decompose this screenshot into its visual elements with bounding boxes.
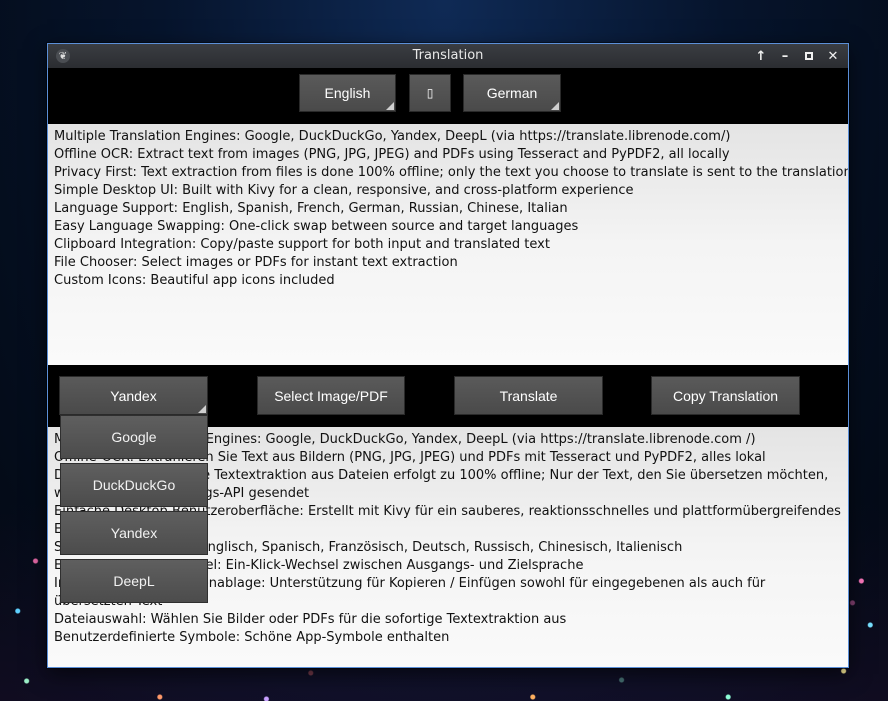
select-image-pdf-button[interactable]: Select Image/PDF [257, 376, 405, 415]
copy-translation-button[interactable]: Copy Translation [651, 376, 800, 415]
language-bar: English ▯ German [48, 68, 848, 124]
input-line: Clipboard Integration: Copy/paste suppor… [54, 237, 550, 252]
translation-window: ❦ Translation ↑ – ✕ English ▯ German Mul… [47, 43, 849, 668]
keep-above-icon[interactable]: ↑ [754, 49, 768, 64]
input-line: File Chooser: Select images or PDFs for … [54, 255, 458, 270]
input-line: Language Support: English, Spanish, Fren… [54, 201, 568, 216]
input-line: Simple Desktop UI: Built with Kivy for a… [54, 183, 634, 198]
input-line: Multiple Translation Engines: Google, Du… [54, 129, 731, 144]
input-line: Custom Icons: Beautiful app icons includ… [54, 273, 335, 288]
engine-dropdown: Google DuckDuckGo Yandex DeepL [60, 415, 208, 607]
output-line: Dateiauswahl: Wählen Sie Bilder oder PDF… [54, 612, 567, 627]
translate-button[interactable]: Translate [454, 376, 603, 415]
target-language-select[interactable]: German [463, 74, 561, 112]
engine-option-deepl[interactable]: DeepL [60, 559, 208, 603]
input-line: Easy Language Swapping: One-click swap b… [54, 219, 579, 234]
maximize-icon[interactable] [802, 49, 816, 63]
output-line: Benutzerdefinierte Symbole: Schöne App-S… [54, 630, 450, 645]
engine-option-google[interactable]: Google [60, 415, 208, 459]
input-text-area[interactable]: Multiple Translation Engines: Google, Du… [48, 124, 848, 365]
window-titlebar[interactable]: ❦ Translation ↑ – ✕ [48, 44, 848, 68]
window-controls: ↑ – ✕ [754, 44, 840, 68]
source-language-select[interactable]: English [299, 74, 396, 112]
swap-languages-button[interactable]: ▯ [409, 74, 451, 112]
minimize-icon[interactable]: – [778, 49, 792, 64]
engine-select[interactable]: Yandex [59, 376, 208, 415]
input-line: Privacy First: Text extraction from file… [54, 165, 848, 180]
input-line: Offline OCR: Extract text from images (P… [54, 147, 730, 162]
close-icon[interactable]: ✕ [826, 49, 840, 64]
engine-option-yandex[interactable]: Yandex [60, 511, 208, 555]
engine-option-duckduckgo[interactable]: DuckDuckGo [60, 463, 208, 507]
window-title: Translation [412, 48, 484, 63]
